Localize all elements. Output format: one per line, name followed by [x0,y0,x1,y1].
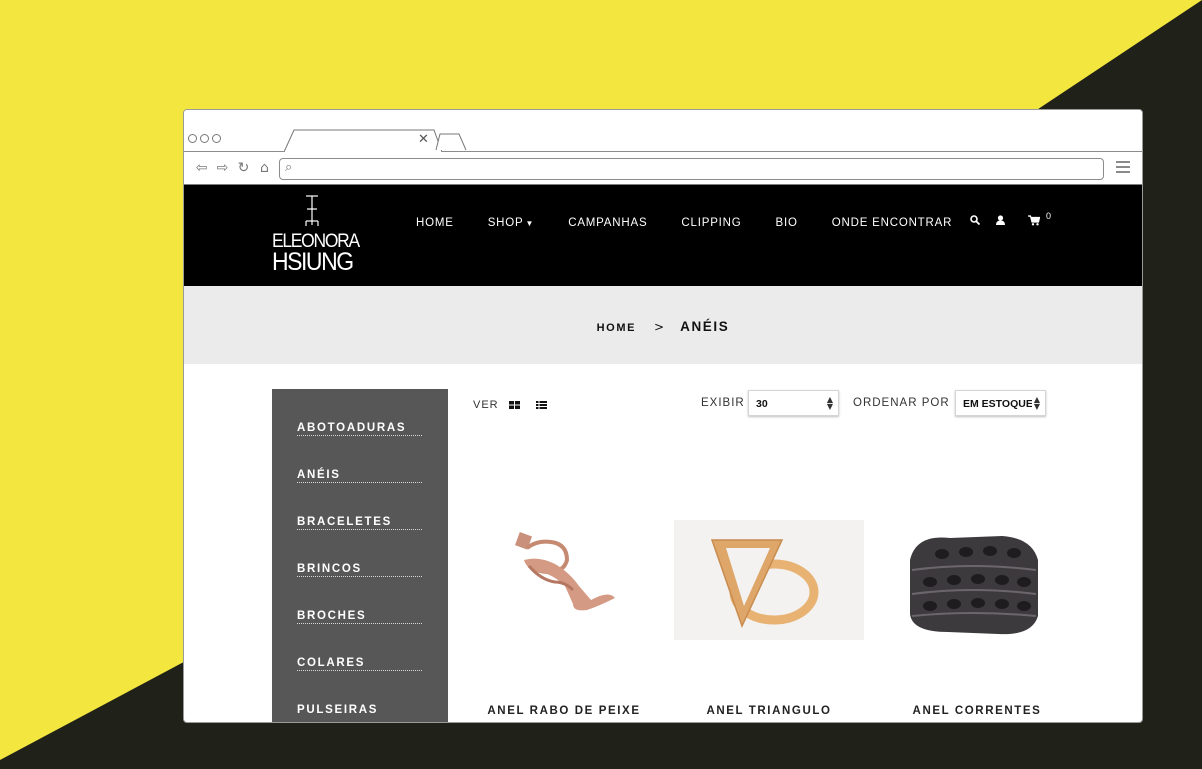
header-icons [970,215,1040,226]
chevron-right-icon: > [654,320,665,334]
sort-by-label: ORDENAR POR [853,397,950,409]
category-colares[interactable]: COLARES [297,624,422,671]
nav-home[interactable]: HOME [416,217,454,229]
logo-mark-icon [305,195,319,226]
reload-icon[interactable]: ↻ [235,160,252,176]
product-image-chain-ring[interactable] [882,520,1072,640]
select-arrows-icon: ▲ ▼ [826,395,833,411]
show-count-value: 30 [756,398,768,410]
brand-logo[interactable]: ELEONORA HSIUNG [272,193,362,276]
product-name[interactable]: ANEL CORRENTES [852,705,1102,717]
category-braceletes[interactable]: BRACELETES [297,483,422,530]
caret-down-icon: ▼ [525,219,535,228]
back-arrow-icon[interactable]: ⇦ [193,160,210,176]
category-brincos[interactable]: BRINCOS [297,530,422,577]
category-sidebar: ABOTOADURAS ANÉIS BRACELETES BRINCOS BRO… [272,389,448,722]
browser-tab-bar: ✕ [184,110,1142,153]
category-broches[interactable]: BROCHES [297,577,422,624]
new-tab-shape [435,133,467,151]
tab-close-icon[interactable]: ✕ [418,133,429,147]
cart-icon[interactable] [1028,215,1040,226]
site-header: ELEONORA HSIUNG HOME SHOP ▼ CAMPANHAS CLI… [184,185,1142,286]
list-view-icon[interactable] [536,401,547,409]
sort-by-select[interactable]: EM ESTOQUE ▲ ▼ [955,390,1046,416]
main-navigation: HOME SHOP ▼ CAMPANHAS CLIPPING BIO ONDE E… [416,217,986,229]
user-icon[interactable] [996,215,1005,226]
window-controls [188,134,221,143]
product-image-mermaid-ring[interactable] [469,520,659,640]
forward-arrow-icon[interactable]: ⇨ [214,160,231,176]
grid-view-icon[interactable] [509,401,520,409]
browser-tab[interactable] [284,128,474,153]
nav-clipping[interactable]: CLIPPING [681,217,741,229]
category-aneis[interactable]: ANÉIS [297,436,422,483]
breadcrumb: HOME > ANÉIS [184,319,1142,334]
breadcrumb-band: HOME > ANÉIS [184,286,1142,364]
minimize-window-dot[interactable] [200,134,209,143]
nav-onde-encontrar[interactable]: ONDE ENCONTRAR [832,217,952,229]
category-pulseiras[interactable]: PULSEIRAS [297,671,422,718]
search-icon: ⌕ [285,160,293,175]
url-input[interactable] [302,161,1092,177]
product-image-triangle-ring[interactable] [674,520,864,640]
hamburger-menu-icon[interactable] [1116,161,1130,176]
browser-window: ✕ ⇦ ⇨ ↻ ⌂ ⌕ ELEONORA HSIUNG HOME SHOP ▼ … [183,109,1143,723]
search-icon[interactable] [970,215,980,226]
view-label: VER [473,399,499,411]
nav-shop-label: SHOP [487,217,524,229]
show-count-select[interactable]: 30 ▲ ▼ [748,390,839,416]
nav-campanhas[interactable]: CAMPANHAS [568,217,647,229]
close-window-dot[interactable] [188,134,197,143]
show-count-label: EXIBIR [701,397,745,409]
breadcrumb-current: ANÉIS [680,319,730,334]
sort-by-value: EM ESTOQUE [963,398,1033,410]
breadcrumb-home-link[interactable]: HOME [597,322,636,334]
home-icon[interactable]: ⌂ [256,160,273,176]
maximize-window-dot[interactable] [212,134,221,143]
nav-shop[interactable]: SHOP ▼ [488,217,535,229]
nav-bio[interactable]: BIO [776,217,798,229]
address-row: ⇦ ⇨ ↻ ⌂ ⌕ [184,152,1142,185]
cart-count-badge: 0 [1046,211,1052,221]
address-bar[interactable]: ⌕ [279,158,1104,180]
select-arrows-icon: ▲ ▼ [1031,395,1040,411]
logo-text-bottom: HSIUNG [272,248,354,276]
category-abotoaduras[interactable]: ABOTOADURAS [297,389,422,436]
